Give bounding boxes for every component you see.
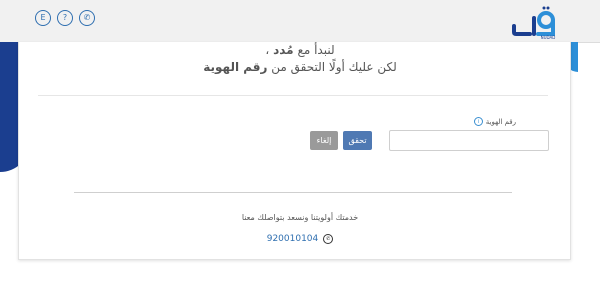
phone-icon[interactable]: ✆: [79, 10, 95, 26]
cancel-button[interactable]: إلغاء: [310, 131, 338, 150]
nudad-logo[interactable]: NUDAD: [510, 4, 568, 40]
id-number-input[interactable]: [389, 130, 549, 151]
welcome-line-1: لنبدأ مع مُدد ،: [265, 43, 335, 57]
verification-card: [18, 42, 571, 260]
phone-icon: ✆: [323, 234, 334, 244]
divider-bottom: [74, 192, 512, 193]
id-number-emphasis: رقم الهوية: [203, 60, 268, 74]
phone-number[interactable]: 920010104: [267, 234, 319, 244]
logo-wordmark: NUDAD: [541, 35, 556, 40]
language-icon[interactable]: E: [35, 10, 51, 26]
verify-button[interactable]: تحقق: [343, 131, 372, 150]
service-message: خدمتك أولويتنا ونسعد بتواصلك معنا: [241, 213, 359, 222]
top-bar: E ? ✆ NUDAD: [0, 0, 600, 43]
info-icon[interactable]: i: [473, 117, 483, 126]
header-icon-group: E ? ✆: [35, 10, 95, 26]
help-icon[interactable]: ?: [57, 10, 73, 26]
divider-top: [38, 95, 548, 96]
welcome-line-2: لكن عليك أولًا التحقق من رقم الهوية: [203, 60, 397, 74]
brand-name: مُدد: [273, 43, 294, 57]
support-phone: 920010104 ✆: [0, 234, 600, 244]
id-number-label: رقم الهوية i: [473, 117, 516, 126]
